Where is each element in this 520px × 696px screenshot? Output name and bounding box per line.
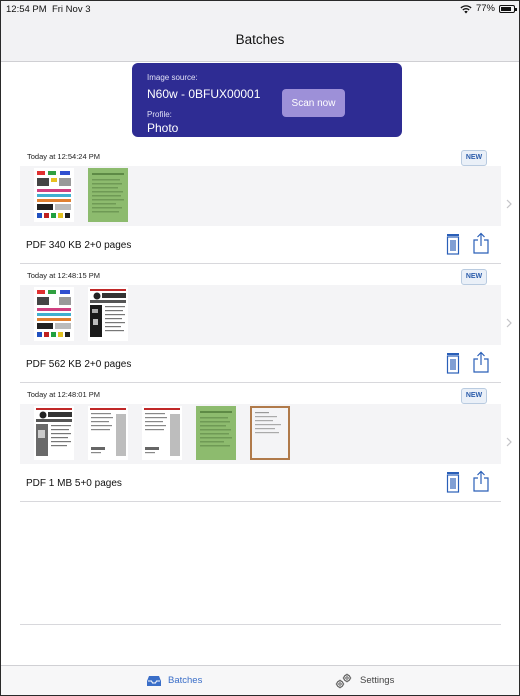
batch-item-3[interactable]: Today at 12:48:01 PM NEW PDF 1 MB 5+0 pa…	[20, 384, 512, 502]
trash-icon[interactable]	[444, 471, 462, 493]
object-twain-thumbnail[interactable]	[34, 406, 74, 460]
thumbnail-strip[interactable]	[20, 404, 501, 464]
batch-info: PDF 340 KB 2+0 pages	[26, 240, 132, 251]
batch-timestamp: Today at 12:48:15 PM	[27, 271, 100, 280]
batch-item-1[interactable]: Today at 12:54:24 PM NEW PDF 340 KB 2+0 …	[20, 146, 512, 264]
share-icon[interactable]	[472, 232, 490, 254]
batch-timestamp: Today at 12:48:01 PM	[27, 390, 100, 399]
page-title: Batches	[235, 32, 285, 47]
thumbnail-strip[interactable]	[20, 285, 501, 345]
batch-timestamp: Today at 12:54:24 PM	[27, 152, 100, 161]
chevron-right-icon[interactable]	[505, 437, 513, 447]
green-document-thumbnail[interactable]	[196, 406, 236, 460]
nav-bar: Batches	[1, 19, 519, 62]
chevron-right-icon[interactable]	[505, 199, 513, 209]
wifi-icon	[460, 4, 472, 13]
text-page-thumbnail[interactable]	[88, 406, 128, 460]
gears-icon	[335, 673, 352, 688]
green-document-thumbnail[interactable]	[88, 168, 128, 222]
profile-label: Profile:	[147, 110, 172, 119]
divider	[20, 501, 501, 502]
chevron-right-icon[interactable]	[505, 318, 513, 328]
object-twain-thumbnail[interactable]	[88, 287, 128, 341]
thumbnail-strip[interactable]	[20, 166, 501, 226]
scan-now-button[interactable]: Scan now	[282, 89, 345, 117]
image-source-label: Image source:	[147, 73, 198, 82]
trash-icon[interactable]	[444, 233, 462, 255]
batch-info: PDF 562 KB 2+0 pages	[26, 359, 132, 370]
color-test-chart-thumbnail[interactable]	[34, 287, 74, 341]
tab-batches[interactable]: Batches	[146, 666, 202, 695]
status-bar: 12:54 PM Fri Nov 3 77%	[1, 1, 519, 19]
image-source-value: N60w - 0BFUX00001	[147, 87, 261, 101]
tray-icon	[147, 675, 161, 686]
device-frame: 12:54 PM Fri Nov 3 77% Batches Image sou…	[0, 0, 520, 696]
divider	[20, 263, 501, 264]
batch-list[interactable]: Image source: N60w - 0BFUX00001 Profile:…	[1, 62, 519, 665]
tab-label: Settings	[360, 675, 395, 686]
share-icon[interactable]	[472, 351, 490, 373]
tab-settings[interactable]: Settings	[334, 666, 394, 695]
tab-label: Batches	[168, 675, 203, 686]
tab-bar: Batches Settings	[1, 665, 519, 695]
divider	[20, 624, 501, 625]
share-icon[interactable]	[472, 470, 490, 492]
form-page-thumbnail[interactable]	[250, 406, 290, 460]
battery-percent: 77%	[475, 3, 495, 14]
batch-item-2[interactable]: Today at 12:48:15 PM NEW PDF 562 KB 2+0 …	[20, 265, 512, 383]
text-page-thumbnail[interactable]	[142, 406, 182, 460]
divider	[20, 382, 501, 383]
status-indicators: 77%	[460, 3, 517, 14]
new-badge: NEW	[461, 388, 487, 404]
trash-icon[interactable]	[444, 352, 462, 374]
new-badge: NEW	[461, 269, 487, 285]
profile-value: Photo	[147, 121, 179, 135]
battery-icon	[499, 4, 517, 13]
batch-info: PDF 1 MB 5+0 pages	[26, 478, 122, 489]
new-badge: NEW	[461, 150, 487, 166]
status-time: 12:54 PM Fri Nov 3	[6, 4, 91, 15]
image-source-card[interactable]: Image source: N60w - 0BFUX00001 Profile:…	[132, 63, 402, 137]
color-test-chart-thumbnail[interactable]	[34, 168, 74, 222]
